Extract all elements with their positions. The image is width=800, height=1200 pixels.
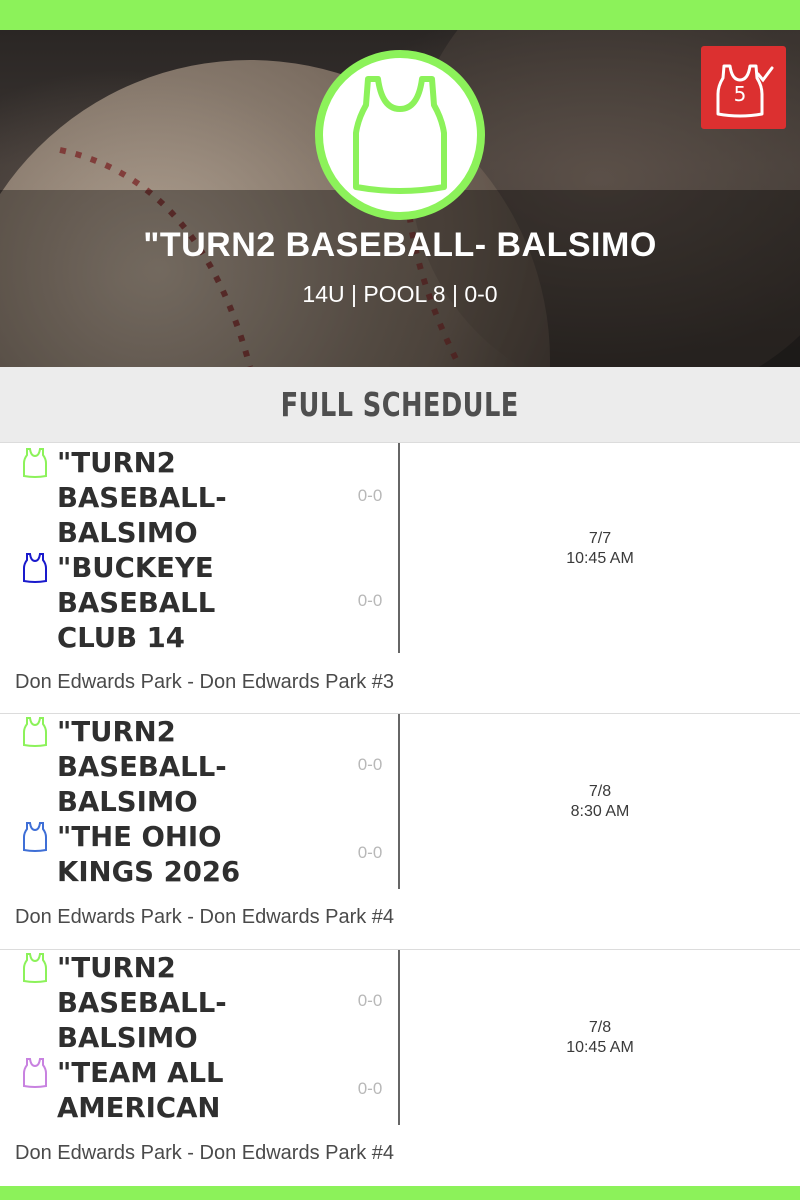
away-jersey-icon — [23, 1058, 47, 1088]
home-score: 0-0 — [357, 991, 383, 1010]
away-team-name: "BUCKEYE BASEBALL CLUB 14 — [57, 551, 216, 654]
home-team-name: "TURN2 BASEBALL- BALSIMO — [57, 951, 227, 1054]
home-team-name: "TURN2 BASEBALL- BALSIMO — [57, 446, 227, 549]
game-card[interactable]: "TURN2 BASEBALL- BALSIMO 0-0 "TEAM ALL A… — [0, 950, 800, 1186]
home-jersey-icon — [23, 448, 47, 478]
away-jersey-icon — [23, 553, 47, 583]
home-jersey-icon — [23, 717, 47, 747]
jersey-icon — [353, 76, 447, 194]
away-team: "TEAM ALL AMERICAN 0-0 — [0, 1055, 398, 1125]
game-time: 8:30 AM — [570, 803, 630, 820]
away-team: "THE OHIO KINGS 2026 0-0 — [0, 819, 398, 889]
away-team: "BUCKEYE BASEBALL CLUB 14 0-0 — [0, 550, 398, 655]
team-name-title: "TURN2 BASEBALL- BALSIMO — [143, 226, 657, 264]
game-date: 7/8 — [588, 783, 612, 800]
game-time: 10:45 AM — [566, 550, 634, 567]
game-datetime: 7/8 8:30 AM — [400, 782, 800, 822]
team-jersey-logo — [315, 50, 485, 220]
followed-count: 5 — [733, 82, 747, 106]
game-time: 10:45 AM — [566, 1039, 634, 1056]
team-division-pool-record: 14U | POOL 8 | 0-0 — [302, 281, 498, 307]
home-score: 0-0 — [357, 486, 383, 505]
top-accent-bar — [0, 0, 800, 30]
home-team: "TURN2 BASEBALL- BALSIMO 0-0 — [0, 714, 398, 819]
away-team-name: "TEAM ALL AMERICAN — [57, 1056, 224, 1124]
section-title: FULL SCHEDULE — [280, 385, 520, 424]
home-score: 0-0 — [357, 755, 383, 774]
game-card[interactable]: "TURN2 BASEBALL- BALSIMO 0-0 "THE OHIO K… — [0, 714, 800, 950]
game-venue: Don Edwards Park - Don Edwards Park #3 — [15, 671, 395, 693]
game-venue: Don Edwards Park - Don Edwards Park #4 — [15, 1142, 395, 1164]
game-date: 7/8 — [588, 1019, 612, 1036]
away-team-name: "THE OHIO KINGS 2026 — [57, 820, 241, 888]
full-schedule-header: FULL SCHEDULE — [0, 367, 800, 443]
game-card[interactable]: "TURN2 BASEBALL- BALSIMO 0-0 "BUCKEYE BA… — [0, 443, 800, 714]
game-date: 7/7 — [588, 530, 612, 547]
home-team: "TURN2 BASEBALL- BALSIMO 0-0 — [0, 950, 398, 1055]
game-datetime: 7/7 10:45 AM — [400, 529, 800, 569]
game-datetime: 7/8 10:45 AM — [400, 1018, 800, 1058]
away-score: 0-0 — [357, 843, 383, 862]
away-jersey-icon — [23, 822, 47, 852]
home-team: "TURN2 BASEBALL- BALSIMO 0-0 — [0, 445, 398, 550]
game-venue: Don Edwards Park - Don Edwards Park #4 — [15, 906, 395, 928]
home-jersey-icon — [23, 953, 47, 983]
away-score: 0-0 — [357, 591, 383, 610]
home-team-name: "TURN2 BASEBALL- BALSIMO — [57, 715, 227, 818]
bottom-accent-bar — [0, 1186, 800, 1200]
away-score: 0-0 — [357, 1079, 383, 1098]
team-header: 5 "TURN2 BASEBALL- BALSIMO 14U | POOL 8 … — [0, 30, 800, 367]
